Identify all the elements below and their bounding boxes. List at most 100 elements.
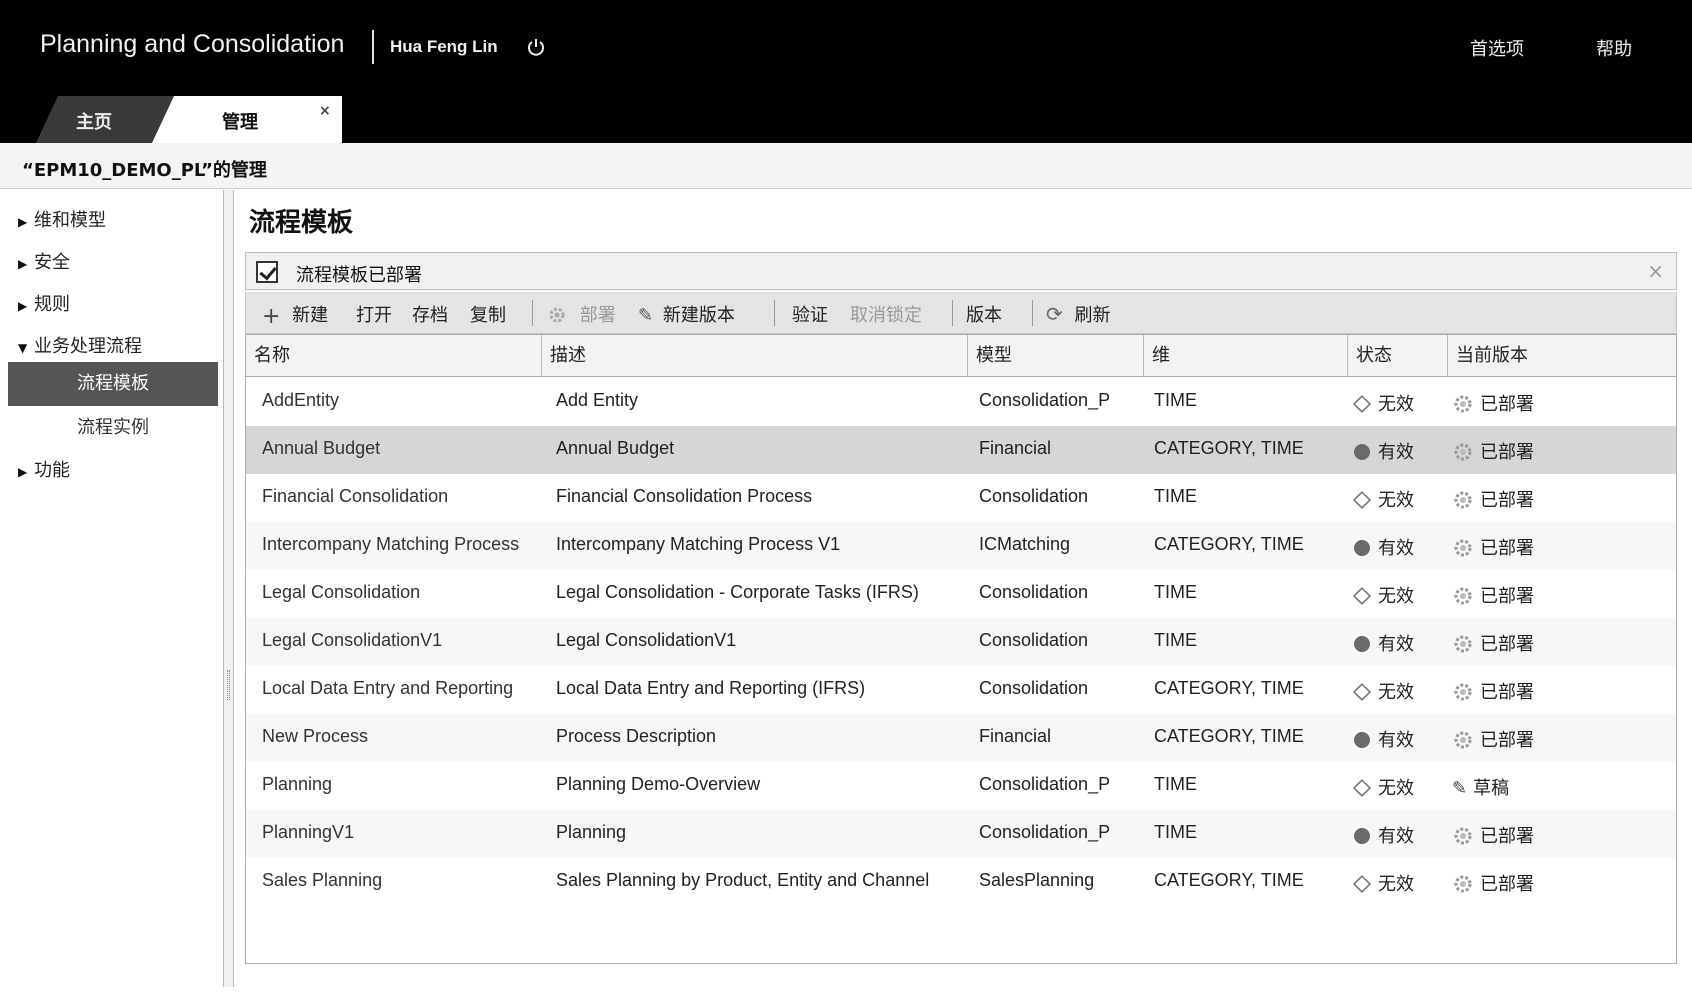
- open-button[interactable]: 打开: [356, 301, 392, 327]
- column-header-description[interactable]: 描述: [542, 335, 968, 377]
- valid-dot-icon: [1354, 636, 1370, 652]
- table-row[interactable]: AddEntity Add Entity Consolidation_P TIME 无效…: [246, 378, 1676, 426]
- gear-icon: [1454, 587, 1472, 605]
- cell-description: Local Data Entry and Reporting (IFRS): [556, 678, 866, 698]
- table-row[interactable]: Intercompany Matching Process Intercompan…: [246, 522, 1676, 570]
- version-button[interactable]: 版本: [966, 301, 1002, 327]
- new-version-button[interactable]: ✎ 新建版本: [638, 301, 735, 327]
- column-header-model[interactable]: 模型: [968, 335, 1144, 377]
- pencil-icon: ✎: [1452, 778, 1468, 799]
- cell-dimensions: CATEGORY, TIME: [1154, 870, 1304, 890]
- version-label: 已部署: [1480, 634, 1534, 655]
- gear-icon: [1454, 395, 1472, 413]
- table-header: 名称 描述 模型 维 状态 当前版本: [246, 335, 1676, 377]
- cell-model: Consolidation: [979, 486, 1089, 506]
- sidebar-item-process-templates[interactable]: 流程模板: [8, 362, 218, 406]
- close-icon[interactable]: ×: [319, 103, 331, 119]
- table-row[interactable]: New Process Process Description Financial C…: [246, 714, 1676, 762]
- gear-icon: [1454, 539, 1472, 557]
- table-row[interactable]: PlanningV1 Planning Consolidation_P TIME 有效 已…: [246, 810, 1676, 858]
- pane-splitter[interactable]: [224, 190, 234, 987]
- table-row[interactable]: Legal ConsolidationV1 Legal Consolidation…: [246, 618, 1676, 666]
- cell-current-version: 已部署: [1452, 582, 1534, 608]
- invalid-diamond-icon: [1352, 874, 1372, 894]
- cell-current-version: 已部署: [1452, 534, 1534, 560]
- sidebar-item-features[interactable]: ▶ 功能: [18, 456, 70, 486]
- invalid-diamond-icon: [1352, 778, 1372, 798]
- refresh-button[interactable]: ⟳ 刷新: [1046, 301, 1111, 327]
- sidebar-item-dimensions-models[interactable]: ▶ 维和模型: [18, 206, 106, 236]
- valid-dot-icon: [1354, 828, 1370, 844]
- state-label: 无效: [1378, 778, 1414, 799]
- tab-home[interactable]: 主页: [36, 96, 176, 143]
- tab-admin[interactable]: 管理 ×: [152, 96, 342, 143]
- cell-model: Consolidation: [979, 678, 1089, 698]
- cell-model: Consolidation_P: [979, 822, 1111, 842]
- sidebar-item-rules[interactable]: ▶ 规则: [18, 290, 70, 320]
- cell-current-version: 已部署: [1452, 486, 1534, 512]
- cell-description: Sales Planning by Product, Entity and Ch…: [556, 870, 930, 890]
- gear-icon: [1454, 683, 1472, 701]
- cell-state: 无效: [1352, 390, 1414, 416]
- column-header-current-version[interactable]: 当前版本: [1448, 335, 1676, 377]
- cell-state: 有效: [1354, 822, 1414, 848]
- sidebar-item-business-process-flows[interactable]: ▼ 业务处理流程: [18, 332, 142, 362]
- cell-current-version: 已部署: [1452, 630, 1534, 656]
- version-label: 已部署: [1480, 730, 1534, 751]
- cell-current-version: 已部署: [1452, 870, 1534, 896]
- cell-description: Legal ConsolidationV1: [556, 630, 737, 650]
- table-row[interactable]: Planning Planning Demo-Overview Consolidat…: [246, 762, 1676, 810]
- cell-model: Financial: [979, 438, 1052, 458]
- copy-button[interactable]: 复制: [470, 301, 506, 327]
- state-label: 有效: [1378, 826, 1414, 847]
- table-row[interactable]: Local Data Entry and Reporting Local Data…: [246, 666, 1676, 714]
- table-row[interactable]: Financial Consolidation Financial Consoli…: [246, 474, 1676, 522]
- cell-description: Annual Budget: [556, 438, 675, 458]
- state-label: 无效: [1378, 682, 1414, 703]
- version-label: 已部署: [1480, 826, 1534, 847]
- deploy-button[interactable]: 部署: [546, 301, 616, 327]
- state-label: 无效: [1378, 490, 1414, 511]
- gear-icon: [1454, 491, 1472, 509]
- app-header: Planning and Consolidation Hua Feng Lin …: [0, 0, 1692, 143]
- version-label: 已部署: [1480, 586, 1534, 607]
- cell-dimensions: CATEGORY, TIME: [1154, 534, 1304, 554]
- cell-dimensions: CATEGORY, TIME: [1154, 678, 1304, 698]
- column-header-dimensions[interactable]: 维: [1144, 335, 1348, 377]
- new-button[interactable]: + 新建: [262, 301, 328, 329]
- message-close-button[interactable]: ×: [1647, 259, 1664, 283]
- validate-button[interactable]: 验证: [792, 301, 828, 327]
- caret-right-icon: ▶: [18, 465, 28, 479]
- cell-name: Legal Consolidation: [262, 582, 421, 602]
- breadcrumb-text: “EPM10_DEMO_PL”的管理: [22, 160, 267, 181]
- preferences-link[interactable]: 首选项: [1470, 35, 1524, 61]
- sidebar-item-process-instances[interactable]: 流程实例: [8, 406, 218, 450]
- column-header-state[interactable]: 状态: [1348, 335, 1448, 377]
- cell-name: Annual Budget: [262, 438, 381, 458]
- power-icon[interactable]: [526, 37, 546, 57]
- gear-icon: [1454, 635, 1472, 653]
- column-header-name[interactable]: 名称: [246, 335, 542, 377]
- caret-right-icon: ▶: [18, 215, 28, 229]
- cell-name: AddEntity: [262, 390, 340, 410]
- cell-dimensions: TIME: [1154, 630, 1197, 650]
- help-link[interactable]: 帮助: [1596, 35, 1632, 61]
- cell-state: 有效: [1354, 438, 1414, 464]
- table-row[interactable]: Annual Budget Annual Budget Financial CATEG…: [246, 426, 1676, 474]
- checkbox-icon: [256, 261, 278, 283]
- save-button[interactable]: 存档: [412, 301, 448, 327]
- cell-dimensions: TIME: [1154, 390, 1197, 410]
- unlock-button[interactable]: 取消锁定: [850, 301, 922, 327]
- cell-state: 无效: [1352, 870, 1414, 896]
- cell-description: Add Entity: [556, 390, 639, 410]
- gear-icon: [1454, 875, 1472, 893]
- cell-dimensions: TIME: [1154, 582, 1197, 602]
- sidebar-item-security[interactable]: ▶ 安全: [18, 248, 70, 278]
- table-row[interactable]: Sales Planning Sales Planning by Product,…: [246, 858, 1676, 906]
- main-panel: 流程模板 流程模板已部署 × + 新建 打开 存档 复制 部署 ✎ 新建版本 验…: [235, 190, 1692, 987]
- cell-current-version: 已部署: [1452, 390, 1534, 416]
- cell-description: Financial Consolidation Process: [556, 486, 813, 506]
- version-label: 已部署: [1480, 490, 1534, 511]
- caret-down-icon: ▼: [18, 341, 28, 355]
- table-row[interactable]: Legal Consolidation Legal Consolidation -…: [246, 570, 1676, 618]
